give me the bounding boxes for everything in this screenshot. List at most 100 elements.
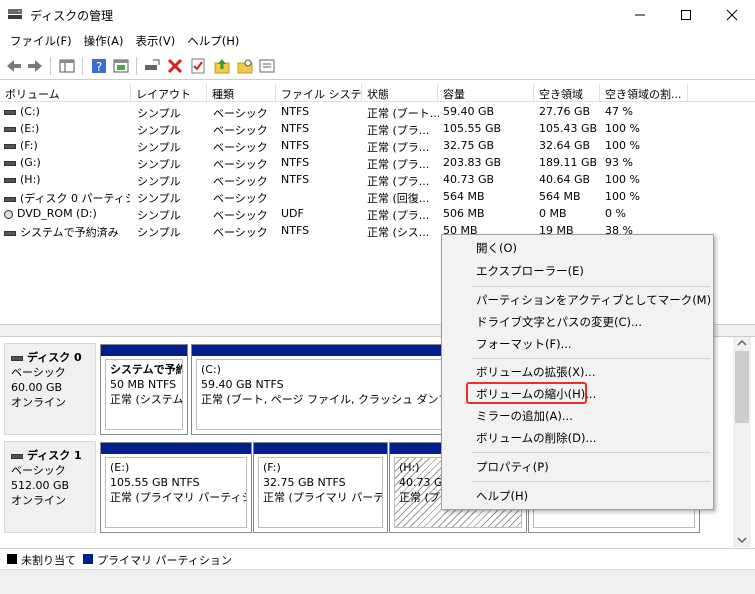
- table-cell: NTFS: [281, 156, 363, 169]
- cell-text: シンプル: [137, 158, 181, 171]
- col-percent-free[interactable]: 空き領域の割...: [600, 84, 688, 102]
- menu-mark-active[interactable]: パーティションをアクティブとしてマーク(M): [476, 292, 711, 312]
- col-layout[interactable]: レイアウト: [131, 84, 207, 102]
- cell-text: 40.64 GB: [539, 173, 591, 186]
- menu-help[interactable]: ヘルプ(H): [476, 488, 528, 508]
- minimize-button[interactable]: [617, 0, 663, 30]
- table-cell: 32.64 GB: [539, 139, 601, 152]
- cell-text: 59.40 GB: [443, 105, 495, 118]
- table-row[interactable]: (C:) シンプル ベーシック NTFS 正常 (ブート... 59.40 GB 27.76…: [0, 103, 755, 120]
- table-cell: 正常 (ブート...: [367, 105, 439, 121]
- col-volume[interactable]: ボリューム: [0, 84, 131, 102]
- cell-text: 正常 (プラ...: [367, 209, 430, 222]
- menu-explorer[interactable]: エクスプローラー(E): [476, 263, 584, 283]
- cell-text: 40.73 GB: [443, 173, 495, 186]
- menu-extend-volume[interactable]: ボリュームの拡張(X)...: [476, 364, 595, 384]
- table-cell: NTFS: [281, 122, 363, 135]
- window-title: ディスクの管理: [30, 9, 114, 23]
- table-cell: ベーシック: [213, 190, 277, 206]
- table-row[interactable]: DVD_ROM (D:) シンプル ベーシック UDF 正常 (プラ... 506 MB 0…: [0, 205, 755, 222]
- menu-file[interactable]: ファイル(F): [4, 30, 78, 52]
- table-cell: 59.40 GB: [443, 105, 535, 118]
- partition-title: (E:): [110, 461, 130, 474]
- cell-text: 正常 (シス...: [367, 226, 430, 239]
- table-row[interactable]: (H:) シンプル ベーシック NTFS 正常 (プラ... 40.73 GB 40.64 …: [0, 171, 755, 188]
- table-row[interactable]: (G:) シンプル ベーシック NTFS 正常 (プラ... 203.83 GB 189.1…: [0, 154, 755, 171]
- col-type[interactable]: 種類: [207, 84, 276, 102]
- menu-view[interactable]: 表示(V): [129, 30, 181, 52]
- cell-text: ベーシック: [213, 124, 268, 137]
- back-icon[interactable]: [5, 57, 23, 75]
- partition-size: 32.75 GB NTFS: [263, 476, 346, 489]
- scroll-up-icon[interactable]: [737, 339, 747, 347]
- scroll-thumb[interactable]: [735, 351, 749, 423]
- partition-f[interactable]: (F:) 32.75 GB NTFS 正常 (プライマリ パーティシ: [253, 442, 388, 533]
- disk-1-type: ベーシック: [11, 464, 66, 477]
- search-folder-icon[interactable]: [236, 57, 254, 75]
- disk-icon: [11, 453, 23, 459]
- table-cell: 正常 (プラ...: [367, 122, 439, 138]
- close-button[interactable]: [709, 0, 755, 30]
- cell-text: ベーシック: [213, 192, 268, 205]
- cell-text: シンプル: [137, 192, 181, 205]
- table-row[interactable]: (F:) シンプル ベーシック NTFS 正常 (プラ... 32.75 GB 32.64 …: [0, 137, 755, 154]
- col-capacity[interactable]: 容量: [438, 84, 534, 102]
- table-row[interactable]: (ディスク 0 パーティシ... シンプル ベーシック 正常 (回復... 564 MB…: [0, 188, 755, 205]
- table-cell: 564 MB: [539, 190, 601, 203]
- list-header: ボリューム レイアウト 種類 ファイル システム 状態 容量 空き領域 空き領域…: [0, 84, 755, 102]
- volume-icon: [4, 109, 16, 115]
- up-folder-icon[interactable]: [213, 57, 231, 75]
- legend-primary: プライマリ パーティション: [97, 554, 232, 567]
- menu-shrink-volume[interactable]: ボリュームの縮小(H)...: [476, 386, 596, 406]
- menu-help[interactable]: ヘルプ(H): [181, 30, 245, 52]
- cell-text: UDF: [281, 207, 304, 220]
- properties-icon[interactable]: [258, 57, 276, 75]
- col-free-space[interactable]: 空き領域: [534, 84, 600, 102]
- partition-system-reserved[interactable]: システムで予約済 50 MB NTFS 正常 (システム, ア: [100, 344, 188, 435]
- menu-properties[interactable]: プロパティ(P): [476, 459, 549, 479]
- forward-icon[interactable]: [26, 57, 44, 75]
- table-cell: ベーシック: [213, 224, 277, 240]
- delete-icon[interactable]: [166, 57, 184, 75]
- table-cell: ベーシック: [213, 156, 277, 172]
- volume-name-cell: (E:): [4, 122, 130, 135]
- checklist-icon[interactable]: [189, 57, 207, 75]
- console-tree-icon[interactable]: [58, 57, 76, 75]
- col-filesystem[interactable]: ファイル システム: [276, 84, 362, 102]
- menu-open[interactable]: 開く(O): [476, 240, 517, 260]
- legend-swatch-unallocated: [7, 554, 17, 564]
- table-cell: シンプル: [137, 105, 209, 121]
- disk-1-info[interactable]: ディスク 1 ベーシック 512.00 GB オンライン: [4, 441, 96, 533]
- vertical-scrollbar[interactable]: [733, 337, 751, 547]
- menu-format[interactable]: フォーマット(F)...: [476, 336, 572, 356]
- partition-c[interactable]: (C:) 59.40 GB NTFS 正常 (ブート, ページ ファイル, クラ…: [191, 344, 449, 435]
- menu-action[interactable]: 操作(A): [78, 30, 130, 52]
- menu-delete-volume[interactable]: ボリュームの削除(D)...: [476, 430, 596, 450]
- table-cell: ベーシック: [213, 173, 277, 189]
- menu-change-drive-letter[interactable]: ドライブ文字とパスの変更(C)...: [476, 314, 642, 334]
- partition-size: 50 MB NTFS: [110, 378, 177, 391]
- cell-text: NTFS: [281, 122, 310, 135]
- partition-title: (F:): [263, 461, 281, 474]
- show-hide-icon[interactable]: [112, 57, 130, 75]
- table-cell: シンプル: [137, 224, 209, 240]
- table-cell: 203.83 GB: [443, 156, 535, 169]
- volume-name-cell: (ディスク 0 パーティシ...: [4, 190, 130, 206]
- volume-name-cell: システムで予約済み: [4, 224, 130, 240]
- disk-management-icon: [8, 9, 22, 19]
- connect-icon[interactable]: [143, 57, 161, 75]
- table-cell: シンプル: [137, 139, 209, 155]
- help-icon[interactable]: ?: [90, 57, 108, 75]
- partition-e[interactable]: (E:) 105.55 GB NTFS 正常 (プライマリ パーティション: [100, 442, 252, 533]
- cell-text: シンプル: [137, 107, 181, 120]
- table-cell: 正常 (プラ...: [367, 173, 439, 189]
- table-row[interactable]: (E:) シンプル ベーシック NTFS 正常 (プラ... 105.55 GB 105.4…: [0, 120, 755, 137]
- maximize-button[interactable]: [663, 0, 709, 30]
- col-status[interactable]: 状態: [362, 84, 438, 102]
- disk-0-info[interactable]: ディスク 0 ベーシック 60.00 GB オンライン: [4, 343, 96, 435]
- cell-text: シンプル: [137, 124, 181, 137]
- scroll-down-icon[interactable]: [737, 536, 747, 544]
- partition-title: (C:): [201, 363, 221, 376]
- menu-add-mirror[interactable]: ミラーの追加(A)...: [476, 408, 573, 428]
- table-cell: シンプル: [137, 190, 209, 206]
